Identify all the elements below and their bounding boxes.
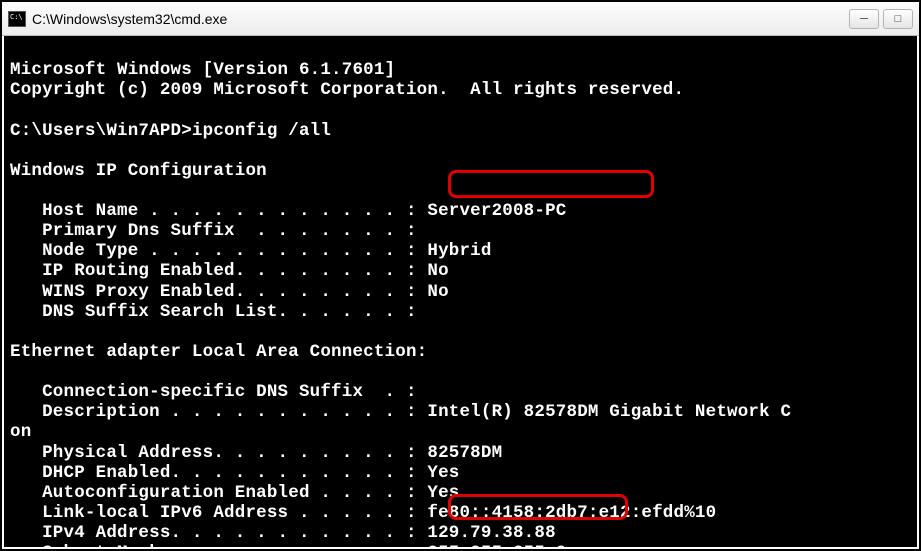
console-line: Description . . . . . . . . . . . : Inte… [10, 402, 791, 422]
titlebar-left: C:\Windows\system32\cmd.exe [8, 11, 227, 27]
console-line: Ethernet adapter Local Area Connection: [10, 342, 427, 362]
window-title: C:\Windows\system32\cmd.exe [32, 11, 227, 27]
console-line: DNS Suffix Search List. . . . . . : [10, 302, 417, 322]
highlight-hostname [448, 170, 654, 198]
console-line: Copyright (c) 2009 Microsoft Corporation… [10, 80, 684, 100]
console-line: DHCP Enabled. . . . . . . . . . . : Yes [10, 463, 459, 483]
maximize-button[interactable]: □ [883, 9, 913, 29]
titlebar[interactable]: C:\Windows\system32\cmd.exe ─ □ [2, 2, 919, 36]
console-line: Node Type . . . . . . . . . . . . : Hybr… [10, 241, 492, 261]
cmd-icon [8, 11, 26, 27]
console-line: Subnet Mask . . . . . . . . . . . : 255.… [10, 543, 567, 547]
console-line: on [10, 422, 31, 442]
console-line: Host Name . . . . . . . . . . . . : Serv… [10, 201, 567, 221]
console-line: Primary Dns Suffix . . . . . . . : [10, 221, 417, 241]
console-line: Physical Address. . . . . . . . . : 8257… [10, 443, 502, 463]
minimize-button[interactable]: ─ [849, 9, 879, 29]
console-line: Microsoft Windows [Version 6.1.7601] [10, 60, 395, 80]
console-line: Autoconfiguration Enabled . . . . : Yes [10, 483, 459, 503]
console-line: WINS Proxy Enabled. . . . . . . . : No [10, 282, 449, 302]
console-line: Connection-specific DNS Suffix . : [10, 382, 417, 402]
window-controls: ─ □ [849, 9, 913, 29]
console-line: IP Routing Enabled. . . . . . . . : No [10, 261, 449, 281]
console-line: IPv4 Address. . . . . . . . . . . : 129.… [10, 523, 556, 543]
console-output[interactable]: Microsoft Windows [Version 6.1.7601] Cop… [4, 36, 917, 547]
console-line: Link-local IPv6 Address . . . . . : fe80… [10, 503, 716, 523]
cmd-window: C:\Windows\system32\cmd.exe ─ □ Microsof… [0, 0, 921, 551]
console-line: Windows IP Configuration [10, 161, 267, 181]
console-line: C:\Users\Win7APD>ipconfig /all [10, 121, 331, 141]
